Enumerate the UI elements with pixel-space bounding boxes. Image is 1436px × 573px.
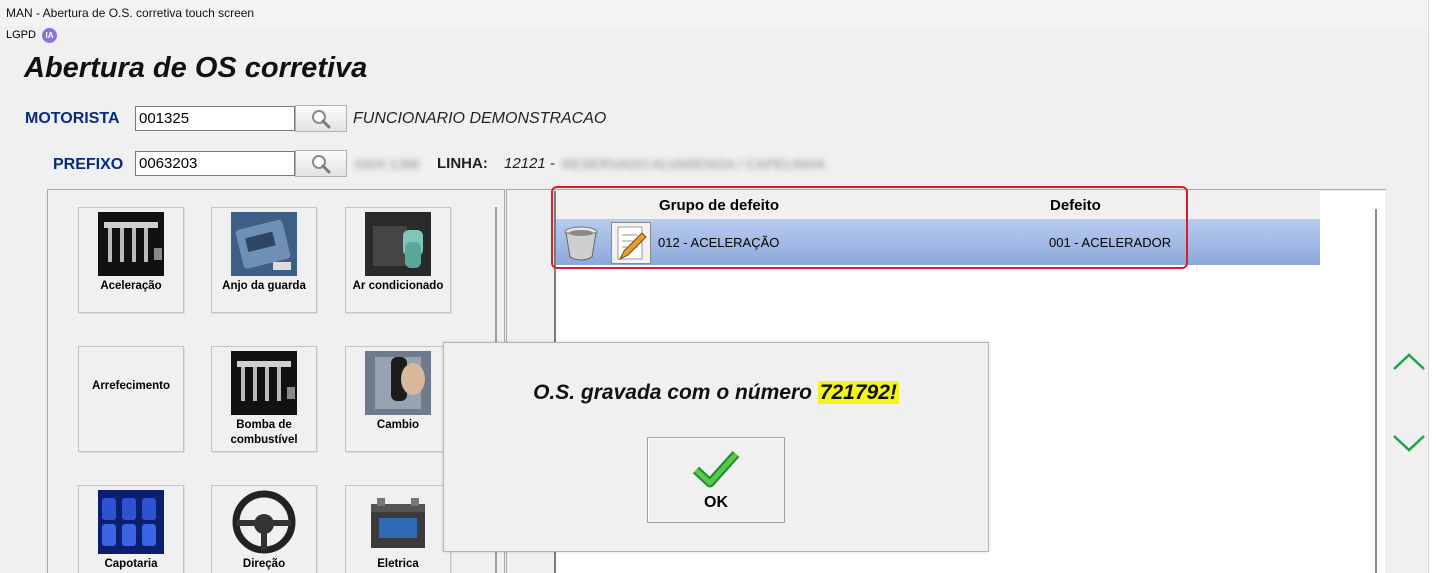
notepad-pencil-icon bbox=[617, 226, 647, 261]
group-label: Ar condicionado bbox=[352, 280, 444, 292]
group-tile-ar-condicionado[interactable]: Ar condicionado bbox=[345, 207, 451, 313]
group-tile-capotaria[interactable]: Capotaria bbox=[78, 485, 184, 573]
row-group: 012 - ACELERAÇÃO bbox=[658, 235, 780, 250]
group-tile-direcao[interactable]: Direção bbox=[211, 485, 317, 573]
menubar: LGPD IA bbox=[0, 26, 57, 44]
dialog-message-text: O.S. gravada com o número bbox=[533, 381, 818, 404]
chevron-up-icon bbox=[1393, 353, 1425, 370]
defects-table-header: Grupo de defeito Defeito bbox=[556, 191, 1320, 219]
group-tile-anjo-da-guarda[interactable]: Anjo da guarda bbox=[211, 207, 317, 313]
group-label: Bomba de combustível bbox=[230, 419, 298, 446]
chevron-down-icon bbox=[1393, 435, 1425, 452]
group-label: Cambio bbox=[376, 419, 420, 431]
os-number: 721792! bbox=[817, 381, 899, 404]
trash-icon[interactable] bbox=[560, 223, 602, 263]
scroll-up-button[interactable] bbox=[1390, 346, 1428, 376]
ac-controls-image bbox=[365, 212, 431, 276]
group-label: Aceleração bbox=[100, 280, 162, 292]
battery-image bbox=[365, 490, 431, 554]
injector-rail-image bbox=[98, 212, 164, 276]
linha-code: 12121 - bbox=[504, 155, 555, 172]
bus-seats-image bbox=[98, 490, 164, 554]
group-tile-cambio[interactable]: Cambio bbox=[345, 346, 451, 452]
control-module-image bbox=[231, 212, 297, 276]
magnifier-icon bbox=[312, 109, 331, 128]
column-header-group: Grupo de defeito bbox=[659, 197, 779, 214]
group-label: Capotaria bbox=[104, 558, 158, 570]
edit-icon[interactable] bbox=[611, 222, 651, 264]
linha-name-redacted: RESERVADO ALVARENGA / CAPELINHA bbox=[562, 156, 826, 172]
injector-rail-image bbox=[231, 351, 297, 415]
prefixo-label: PREFIXO bbox=[53, 156, 124, 173]
group-tile-aceleracao[interactable]: Aceleração bbox=[78, 207, 184, 313]
group-tile-arrefecimento[interactable]: Arrefecimento bbox=[78, 346, 184, 452]
window-title: MAN - Abertura de O.S. corretiva touch s… bbox=[0, 0, 1436, 26]
menu-lgpd[interactable]: LGPD bbox=[6, 29, 36, 41]
group-tile-eletrica[interactable]: Eletrica bbox=[345, 485, 451, 573]
magnifier-icon bbox=[312, 154, 331, 173]
dialog-message: O.S. gravada com o número 721792! bbox=[444, 381, 988, 405]
group-label: Arrefecimento bbox=[92, 380, 170, 392]
window-edge bbox=[1428, 0, 1436, 573]
motorista-name: FUNCIONARIO DEMONSTRACAO bbox=[353, 110, 607, 127]
vehicle-plate-redacted: GKH 1J66 bbox=[355, 156, 420, 172]
row-defect: 001 - ACELERADOR bbox=[1049, 235, 1172, 250]
gear-shift-image bbox=[365, 351, 431, 415]
confirmation-dialog: O.S. gravada com o número 721792! OK bbox=[443, 342, 989, 552]
checkmark-icon bbox=[692, 450, 740, 488]
motorista-search-button[interactable] bbox=[295, 105, 347, 132]
defects-scrollbar[interactable] bbox=[1375, 209, 1377, 573]
group-label: Eletrica bbox=[377, 558, 419, 570]
linha-label: LINHA: bbox=[437, 155, 488, 172]
motorista-label: MOTORISTA bbox=[25, 110, 120, 127]
prefixo-search-button[interactable] bbox=[295, 150, 347, 177]
motorista-input[interactable] bbox=[135, 106, 295, 131]
scroll-down-button[interactable] bbox=[1390, 428, 1428, 458]
ok-label: OK bbox=[704, 494, 728, 511]
group-label: Anjo da guarda bbox=[222, 280, 306, 292]
prefixo-input[interactable] bbox=[135, 151, 295, 176]
page-title: Abertura de OS corretiva bbox=[24, 52, 368, 84]
group-tile-bomba-de-combustivel[interactable]: Bomba de combustível bbox=[211, 346, 317, 452]
column-header-defect: Defeito bbox=[1050, 197, 1101, 214]
steering-wheel-image bbox=[231, 490, 297, 554]
ok-button[interactable]: OK bbox=[647, 437, 785, 523]
ia-icon[interactable]: IA bbox=[41, 27, 57, 43]
table-row[interactable]: 012 - ACELERAÇÃO 001 - ACELERADOR bbox=[556, 219, 1320, 265]
group-label: Direção bbox=[242, 558, 286, 570]
